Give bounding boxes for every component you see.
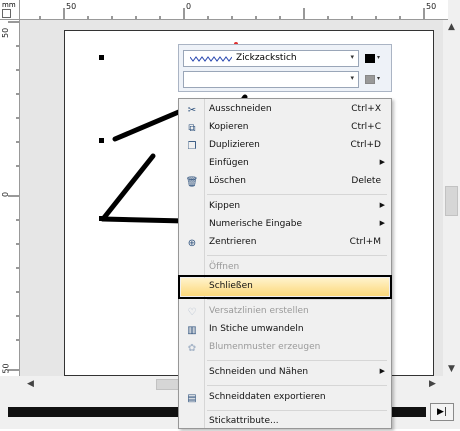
region-stitch-select[interactable]: ▾ <box>183 71 359 88</box>
submenu-arrow-icon: ▶ <box>379 158 385 166</box>
ruler-unit-corner[interactable]: mm <box>0 0 20 20</box>
ruler-unit-label: mm <box>2 1 16 9</box>
submenu-arrow-icon: ▶ <box>379 367 385 375</box>
ruler-scroll-gap <box>0 376 20 393</box>
line-color-dropdown-icon[interactable]: ▾ <box>377 54 380 61</box>
selection-handle[interactable] <box>99 138 104 143</box>
scroll-right-arrow-icon[interactable]: ▶ <box>424 379 441 389</box>
line-stitch-label: Zickzackstich <box>236 53 297 63</box>
menu-item-duplizieren[interactable]: ❐ Duplizieren Ctrl+D <box>181 137 389 155</box>
context-menu: ✂ Ausschneiden Ctrl+X ⧉ Kopieren Ctrl+C … <box>178 98 392 429</box>
menu-item-schneiddaten-exportieren[interactable]: ▤ Schneiddaten exportieren <box>181 389 389 407</box>
selection-handle[interactable] <box>99 55 104 60</box>
menu-item-kopieren[interactable]: ⧉ Kopieren Ctrl+C <box>181 119 389 137</box>
scroll-corner <box>443 376 460 393</box>
vertical-ruler-ticks <box>8 21 19 371</box>
submenu-arrow-icon: ▶ <box>379 201 385 209</box>
scroll-left-arrow-icon[interactable]: ◀ <box>22 379 39 389</box>
center-icon: ⊕ <box>187 237 197 249</box>
menu-separator <box>207 360 387 361</box>
export-cut-data-icon: ▤ <box>187 392 197 404</box>
stitch-attribute-toolbar: Zickzackstich ▾ ▾ ▾ ▾ <box>178 44 392 92</box>
v-ruler-label-top: 50 <box>1 27 10 38</box>
menu-separator <box>207 194 387 195</box>
vertical-scrollbar[interactable]: ▲ ▼ <box>443 20 460 376</box>
menu-item-zentrieren[interactable]: ⊕ Zentrieren Ctrl+M <box>181 234 389 252</box>
chevron-down-icon: ▾ <box>350 53 354 61</box>
vertical-ruler: 50 0 50 <box>0 20 20 376</box>
trash-icon: 🗑 <box>185 176 199 188</box>
chevron-down-icon: ▾ <box>350 74 354 82</box>
region-color-dropdown-icon[interactable]: ▾ <box>377 75 380 82</box>
scroll-down-arrow-icon[interactable]: ▼ <box>443 364 460 374</box>
menu-item-einfuegen[interactable]: Einfügen ▶ <box>181 155 389 173</box>
menu-separator <box>207 385 387 386</box>
line-color-swatch[interactable] <box>365 54 375 63</box>
menu-separator <box>207 410 387 411</box>
offset-lines-icon: ♡ <box>187 306 197 318</box>
menu-item-kippen[interactable]: Kippen ▶ <box>181 198 389 216</box>
menu-item-oeffnen[interactable]: Öffnen <box>181 259 389 277</box>
menu-item-numerische-eingabe[interactable]: Numerische Eingabe ▶ <box>181 216 389 234</box>
line-stitch-select[interactable]: Zickzackstich ▾ <box>183 50 359 67</box>
h-ruler-label-center: 0 <box>186 2 192 11</box>
embroidery-app: mm 50 0 50 50 0 50 ▲ ▼ ◀ ▶ ▶| Zickzackst… <box>0 0 460 429</box>
menu-item-ausschneiden[interactable]: ✂ Ausschneiden Ctrl+X <box>181 101 389 119</box>
selection-handle[interactable] <box>99 216 104 221</box>
convert-stitches-icon: ▥ <box>187 324 197 336</box>
menu-item-in-stiche-umwandeln[interactable]: ▥ In Stiche umwandeln <box>181 321 389 339</box>
region-color-swatch[interactable] <box>365 75 375 84</box>
v-ruler-label-center: 0 <box>1 191 11 198</box>
copy-icon: ⧉ <box>188 122 196 134</box>
duplicate-icon: ❐ <box>187 140 197 152</box>
menu-item-stickattribute[interactable]: Stickattribute... <box>181 413 389 431</box>
menu-item-schliessen[interactable]: Schließen <box>178 275 392 299</box>
zigzag-stitch-icon <box>190 56 232 62</box>
flower-pattern-icon: ✿ <box>187 342 197 354</box>
menu-item-schneiden-und-naehen[interactable]: Schneiden und Nähen ▶ <box>181 364 389 382</box>
vertical-scroll-thumb[interactable] <box>445 186 458 216</box>
scissors-icon: ✂ <box>187 104 197 116</box>
menu-item-loeschen[interactable]: 🗑 Löschen Delete <box>181 173 389 191</box>
menu-separator <box>207 299 387 300</box>
ruler-corner-box-icon <box>2 9 11 18</box>
horizontal-ruler-ticks <box>39 8 425 19</box>
horizontal-ruler: 50 0 50 <box>20 0 448 20</box>
h-ruler-label-right: 50 <box>426 2 437 11</box>
v-ruler-label-bottom: 50 <box>1 363 11 374</box>
h-ruler-label-left: 50 <box>66 2 77 11</box>
menu-separator <box>207 255 387 256</box>
menu-item-versatzlinien-erstellen[interactable]: ♡ Versatzlinien erstellen <box>181 303 389 321</box>
scroll-up-arrow-icon[interactable]: ▲ <box>443 22 460 32</box>
skip-to-end-button[interactable]: ▶| <box>430 403 454 421</box>
submenu-arrow-icon: ▶ <box>379 219 385 227</box>
menu-item-blumenmuster-erzeugen[interactable]: ✿ Blumenmuster erzeugen <box>181 339 389 357</box>
